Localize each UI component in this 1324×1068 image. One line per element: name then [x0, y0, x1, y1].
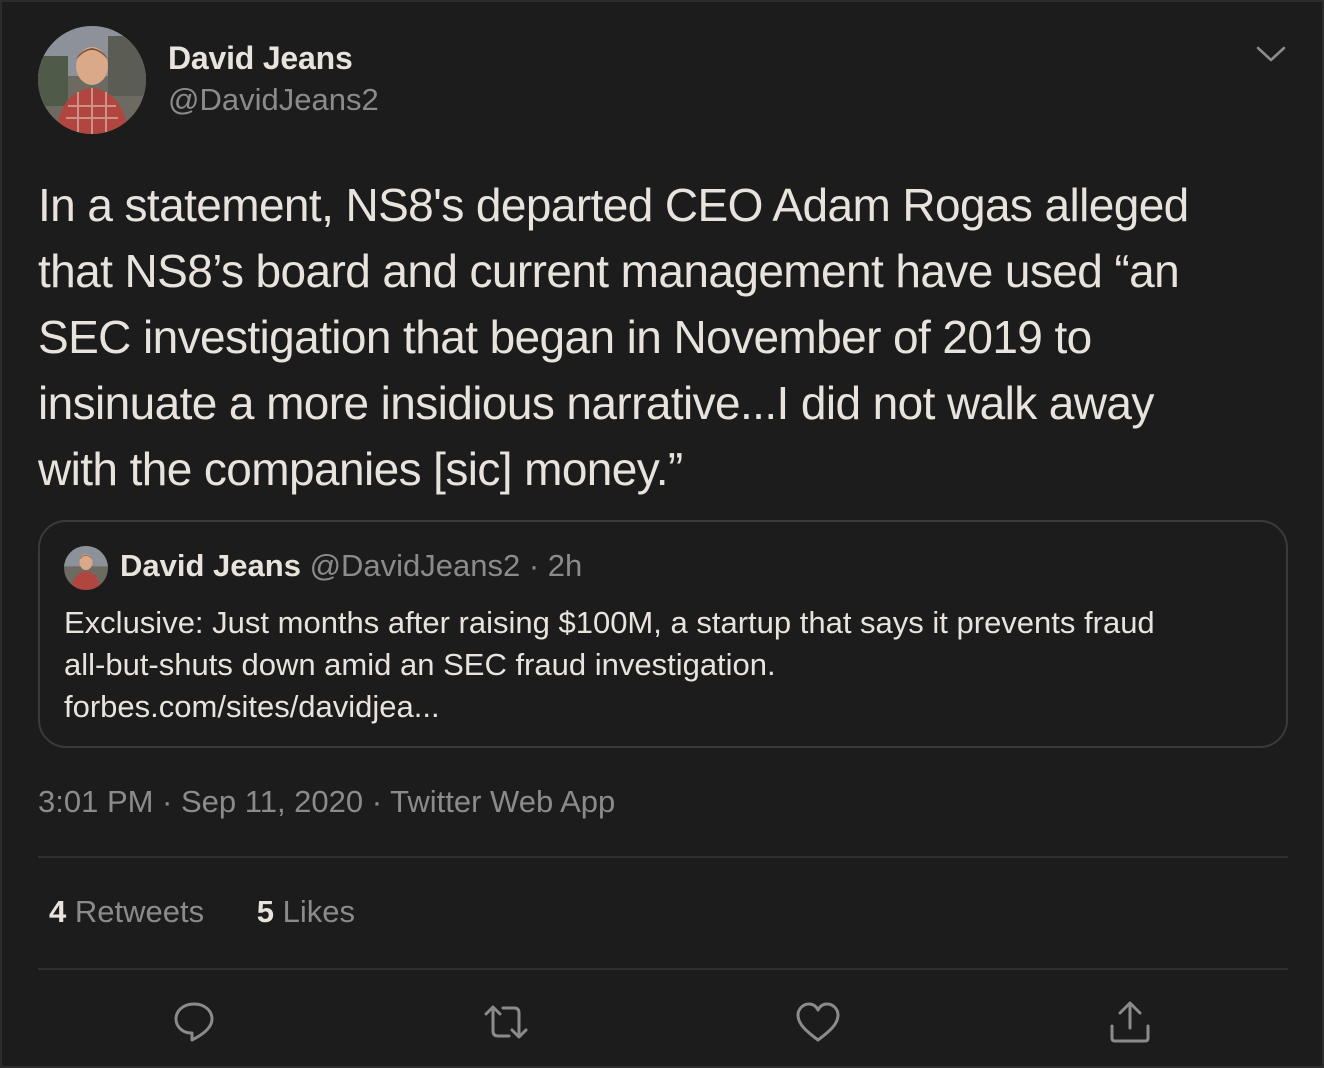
- likes-count: 5: [256, 894, 274, 929]
- quoted-author-name: David Jeans: [120, 548, 301, 583]
- author-handle[interactable]: @DavidJeans2: [168, 82, 379, 118]
- quoted-author-avatar: [64, 546, 108, 590]
- reply-icon[interactable]: [170, 998, 218, 1046]
- likes-label: Likes: [282, 894, 355, 929]
- avatar-photo: [38, 26, 146, 134]
- retweets-stat[interactable]: 4 Retweets: [49, 894, 204, 930]
- tweet-stats: 4 Retweets 5 Likes: [49, 894, 399, 930]
- quoted-header: David Jeans @DavidJeans2 · 2h: [120, 548, 582, 584]
- tweet-timestamp[interactable]: 3:01 PM · Sep 11, 2020 · Twitter Web App: [38, 784, 615, 820]
- retweet-icon[interactable]: [482, 998, 530, 1046]
- author-name[interactable]: David Jeans: [168, 40, 353, 77]
- share-icon[interactable]: [1106, 998, 1154, 1046]
- retweets-count: 4: [49, 894, 67, 929]
- heart-icon[interactable]: [794, 998, 842, 1046]
- divider: [38, 856, 1288, 858]
- author-avatar[interactable]: [38, 26, 146, 134]
- quoted-author-meta: @DavidJeans2 · 2h: [309, 548, 583, 583]
- retweets-label: Retweets: [74, 894, 205, 929]
- tweet-text: In a statement, NS8's departed CEO Adam …: [38, 179, 1189, 495]
- tweet-card: David Jeans @DavidJeans2 In a statement,…: [0, 0, 1324, 1068]
- chevron-down-icon[interactable]: [1254, 40, 1288, 68]
- likes-stat[interactable]: 5 Likes: [257, 894, 355, 930]
- divider: [38, 968, 1288, 970]
- quoted-tweet[interactable]: David Jeans @DavidJeans2 · 2h Exclusive:…: [38, 520, 1288, 748]
- quoted-tweet-text: Exclusive: Just months after raising $10…: [64, 605, 1155, 724]
